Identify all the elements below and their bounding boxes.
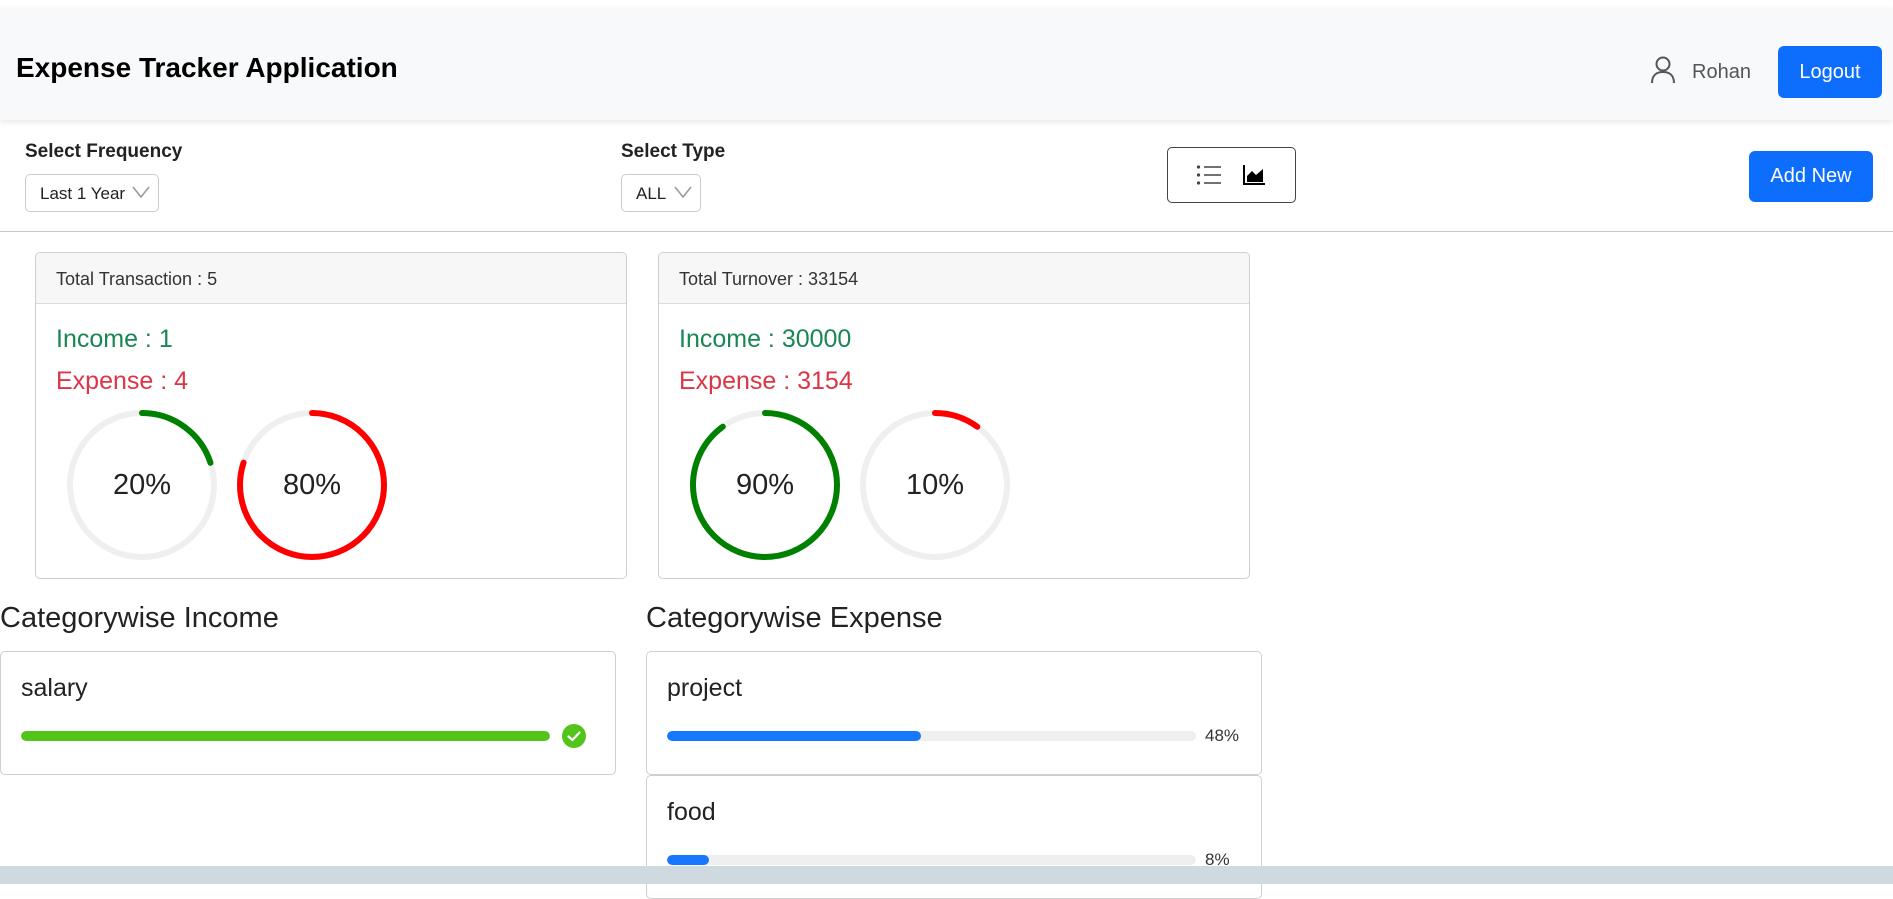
turnover-expense-percent: 10% — [905, 469, 965, 501]
check-circle-icon — [562, 724, 586, 748]
app-title: Expense Tracker Application — [16, 52, 398, 83]
expense-category-percent: 48% — [1205, 726, 1240, 745]
transactions-card-header: Total Transaction : 5 — [36, 253, 626, 304]
turnover-income-gauge: 90% — [689, 409, 841, 561]
user-icon — [1651, 56, 1675, 84]
turnover-expense-gauge: 10% — [859, 409, 1011, 561]
view-toggle — [1167, 147, 1296, 203]
frequency-select[interactable]: Last 1 Year — [25, 174, 159, 212]
type-select[interactable]: ALL — [621, 174, 701, 212]
transactions-expense-gauge: 80% — [236, 409, 388, 561]
navbar: Expense Tracker Application Rohan Logout — [0, 8, 1893, 120]
transactions-income-gauge: 20% — [66, 409, 218, 561]
frequency-value: Last 1 Year — [40, 184, 126, 203]
turnover-income-text: Income : 30000 — [679, 325, 852, 353]
expense-category-progress-fill — [667, 855, 710, 865]
categorywise-income-title: Categorywise Income — [0, 602, 279, 634]
income-category-name: salary — [21, 674, 88, 702]
expense-category-progress — [667, 731, 1196, 741]
transactions-income-percent: 20% — [112, 469, 172, 501]
turnover-income-percent: 90% — [735, 469, 795, 501]
list-icon[interactable] — [1196, 164, 1222, 186]
type-label: Select Type — [621, 141, 726, 162]
chevron-down-icon — [132, 186, 150, 199]
logout-button[interactable]: Logout — [1778, 46, 1882, 98]
chevron-down-icon — [674, 186, 692, 199]
transactions-expense-percent: 80% — [282, 469, 342, 501]
transactions-expense-text: Expense : 4 — [56, 367, 189, 395]
turnover-expense-text: Expense : 3154 — [679, 367, 853, 395]
transactions-card: Total Transaction : 5 Income : 1 Expense… — [35, 252, 627, 579]
area-chart-icon[interactable] — [1242, 164, 1266, 186]
expense-category-name: project — [667, 674, 743, 702]
turnover-card-header: Total Turnover : 33154 — [659, 253, 1249, 304]
expense-category-name: food — [667, 798, 716, 826]
add-new-button[interactable]: Add New — [1749, 151, 1873, 202]
transactions-income-text: Income : 1 — [56, 325, 173, 353]
expense-category-progress-fill — [667, 731, 921, 741]
income-category-progress — [21, 731, 550, 741]
income-category-card: salary — [0, 651, 616, 775]
categorywise-expense-title: Categorywise Expense — [646, 602, 943, 634]
filter-bar — [0, 120, 1893, 232]
frequency-label: Select Frequency — [25, 141, 183, 162]
turnover-card: Total Turnover : 33154 Income : 30000 Ex… — [658, 252, 1250, 579]
income-category-progress-fill — [21, 731, 550, 741]
expense-category-progress — [667, 855, 1196, 865]
expense-category-card: project 48% — [646, 651, 1262, 775]
type-value: ALL — [636, 184, 667, 203]
bottom-strip — [0, 866, 1893, 884]
user-name: Rohan — [1692, 61, 1751, 83]
